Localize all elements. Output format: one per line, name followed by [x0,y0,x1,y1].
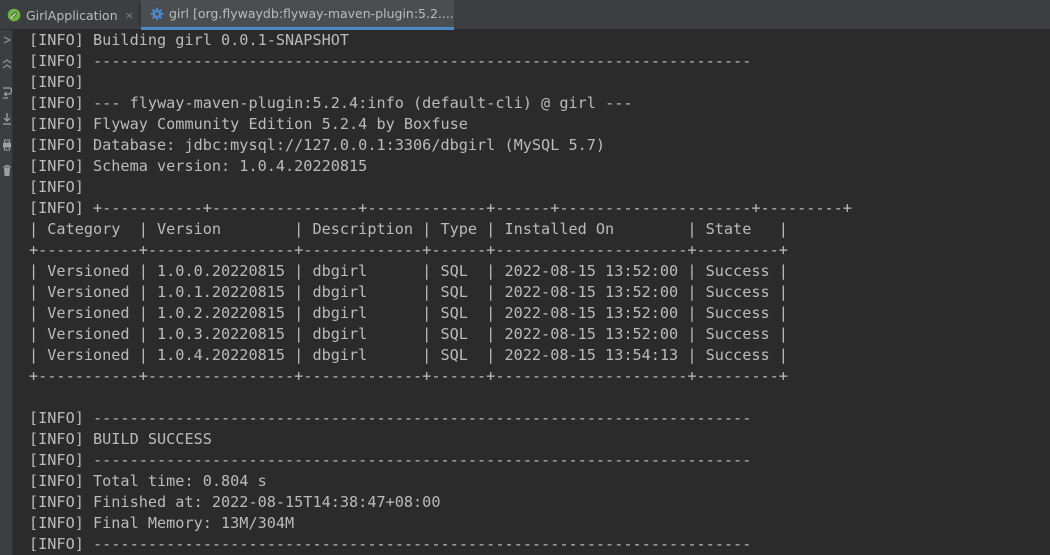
console-line: | Category | Version | Description | Typ… [29,220,788,238]
gear-icon [150,7,164,21]
console-toolbar [0,30,13,555]
console-line: [INFO] Total time: 0.804 s [29,472,267,490]
tab-flyway-info[interactable]: girl [org.flywaydb:flyway-maven-plugin:5… [141,0,454,30]
scroll-to-end-icon[interactable] [1,112,12,126]
tab-girl-application[interactable]: GirlApplication × [0,0,139,30]
print-icon[interactable] [1,138,12,152]
close-icon[interactable]: × [125,9,134,22]
console-line: [INFO] ---------------------------------… [29,535,752,553]
console-line: [INFO] [29,73,94,91]
console-line: +-----------+----------------+----------… [29,241,788,259]
tab-divider [139,4,140,26]
console-line: [INFO] Finished at: 2022-08-15T14:38:47+… [29,493,441,511]
restore-layout-icon[interactable] [1,58,12,72]
console-lines: [INFO] Building girl 0.0.1-SNAPSHOT [INF… [29,30,852,555]
console-line: [INFO] Schema version: 1.0.4.20220815 [29,157,368,175]
console-line: [INFO] --- flyway-maven-plugin:5.2.4:inf… [29,94,633,112]
tab-label: GirlApplication [26,7,118,23]
console-line: [INFO] BUILD SUCCESS [29,430,212,448]
console-line: +-----------+----------------+----------… [29,367,788,385]
tab-label: girl [org.flywaydb:flyway-maven-plugin:5… [169,6,454,21]
console-line: | Versioned | 1.0.1.20220815 | dbgirl | … [29,283,788,301]
console-line: | Versioned | 1.0.3.20220815 | dbgirl | … [29,325,788,343]
console-line: [INFO] [29,178,94,196]
console-line: [INFO] ---------------------------------… [29,451,752,469]
console-output[interactable]: [INFO] Building girl 0.0.1-SNAPSHOT [INF… [13,30,1050,555]
console-line: [INFO] Final Memory: 13M/304M [29,514,295,532]
console-line: [INFO] ---------------------------------… [29,409,752,427]
console-line: | Versioned | 1.0.4.20220815 | dbgirl | … [29,346,788,364]
console-line: [INFO] ---------------------------------… [29,52,752,70]
console-line: | Versioned | 1.0.0.20220815 | dbgirl | … [29,262,788,280]
console-line: [INFO] Database: jdbc:mysql://127.0.0.1:… [29,136,606,154]
console-line: [INFO] Flyway Community Edition 5.2.4 by… [29,115,468,133]
console-line: | Versioned | 1.0.2.20220815 | dbgirl | … [29,304,788,322]
rerun-icon[interactable] [1,33,12,47]
trash-icon[interactable] [1,163,12,177]
soft-wrap-icon[interactable] [1,86,12,100]
spring-leaf-icon [7,8,21,22]
run-tool-window: GirlApplication × girl [org.flywaydb:fly… [0,0,1050,555]
console-line: [INFO] +-----------+----------------+---… [29,199,852,217]
console-line: [INFO] Building girl 0.0.1-SNAPSHOT [29,31,350,49]
run-tab-bar: GirlApplication × girl [org.flywaydb:fly… [0,0,1050,30]
